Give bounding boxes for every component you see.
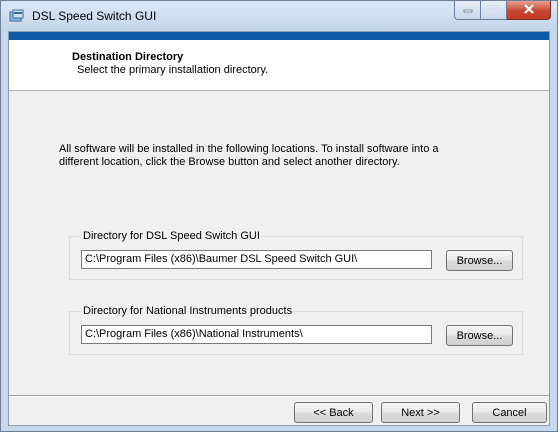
browse-button[interactable]: Browse... bbox=[446, 325, 513, 346]
minimize-button[interactable] bbox=[454, 1, 481, 20]
page-subtitle: Select the primary installation director… bbox=[77, 64, 269, 76]
directory-path-input[interactable]: C:\Program Files (x86)\National Instrume… bbox=[81, 325, 432, 344]
banner-divider bbox=[9, 90, 549, 91]
page-title: Destination Directory bbox=[72, 51, 184, 63]
directory-group-gui: Directory for DSL Speed Switch GUI C:\Pr… bbox=[69, 230, 523, 280]
accent-strip bbox=[9, 32, 549, 40]
back-button[interactable]: << Back bbox=[294, 402, 373, 423]
dialog-body: Destination Directory Select the primary… bbox=[8, 31, 550, 426]
window-title: DSL Speed Switch GUI bbox=[32, 9, 157, 23]
footer-divider-highlight bbox=[9, 396, 549, 397]
header-banner: Destination Directory Select the primary… bbox=[9, 40, 549, 90]
close-button[interactable] bbox=[507, 1, 551, 20]
directory-group-label: Directory for National Instruments produ… bbox=[81, 305, 295, 317]
browse-button[interactable]: Browse... bbox=[446, 250, 513, 271]
directory-group-ni: Directory for National Instruments produ… bbox=[69, 305, 523, 355]
installer-app-icon[interactable] bbox=[9, 9, 25, 23]
installer-window: DSL Speed Switch GUI Destination Directo… bbox=[0, 0, 558, 432]
next-button[interactable]: Next >> bbox=[381, 402, 460, 423]
caption-buttons bbox=[454, 1, 551, 21]
title-bar[interactable]: DSL Speed Switch GUI bbox=[1, 1, 557, 31]
maximize-icon bbox=[488, 4, 499, 16]
intro-text: All software will be installed in the fo… bbox=[59, 143, 499, 169]
cancel-button[interactable]: Cancel bbox=[472, 402, 547, 423]
intro-line-2: different location, click the Browse but… bbox=[59, 156, 400, 168]
intro-line-1: All software will be installed in the fo… bbox=[59, 143, 439, 155]
directory-group-label: Directory for DSL Speed Switch GUI bbox=[81, 230, 262, 242]
minimize-icon bbox=[463, 4, 473, 16]
directory-path-input[interactable]: C:\Program Files (x86)\Baumer DSL Speed … bbox=[81, 250, 432, 269]
maximize-button[interactable] bbox=[481, 1, 507, 20]
close-icon bbox=[523, 3, 535, 17]
